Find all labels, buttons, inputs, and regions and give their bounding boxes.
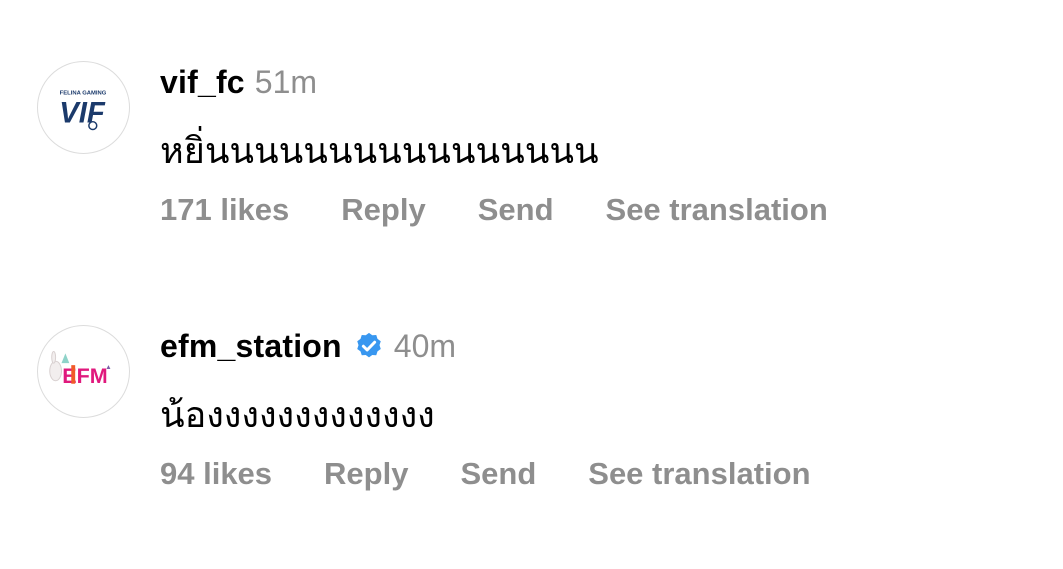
svg-text:EFM: EFM <box>62 364 107 388</box>
username[interactable]: efm_station <box>160 328 342 365</box>
reply-button[interactable]: Reply <box>341 192 425 228</box>
verified-badge-icon <box>357 332 381 358</box>
comment-actions: 171 likes Reply Send See translation <box>160 192 880 228</box>
username[interactable]: vif_fc <box>160 64 245 101</box>
avatar[interactable]: FELINA GAMING VIF <box>37 61 130 154</box>
see-translation-button[interactable]: See translation <box>606 192 828 228</box>
comment-actions: 94 likes Reply Send See translation <box>160 456 863 492</box>
comment-time: 51m <box>254 63 318 100</box>
comment-item: FELINA GAMING VIF vif_fc 51m หยิ่นนนนนนน… <box>0 0 1063 260</box>
see-translation-button[interactable]: See translation <box>588 456 810 492</box>
likes-count[interactable]: 94 likes <box>160 456 272 492</box>
send-button[interactable]: Send <box>478 192 554 228</box>
likes-count[interactable]: 171 likes <box>160 192 289 228</box>
send-button[interactable]: Send <box>460 456 536 492</box>
comment-text: หยิ่นนนนนนนนนนนนนนนน <box>160 131 599 172</box>
reply-button[interactable]: Reply <box>324 456 408 492</box>
efm-logo-icon: EFM <box>49 350 111 388</box>
comment-text: น้องงงงงงงงงงงงง <box>160 395 435 436</box>
comment-time: 40m <box>393 327 457 364</box>
comment-item: EFM efm_station 40m น้องงงงงงงงงงงงง 94 … <box>0 264 1063 524</box>
avatar[interactable]: EFM <box>37 325 130 418</box>
svg-text:FELINA GAMING: FELINA GAMING <box>60 90 107 96</box>
svg-text:VIF: VIF <box>59 97 106 130</box>
vif-logo-icon: FELINA GAMING VIF <box>59 90 107 131</box>
